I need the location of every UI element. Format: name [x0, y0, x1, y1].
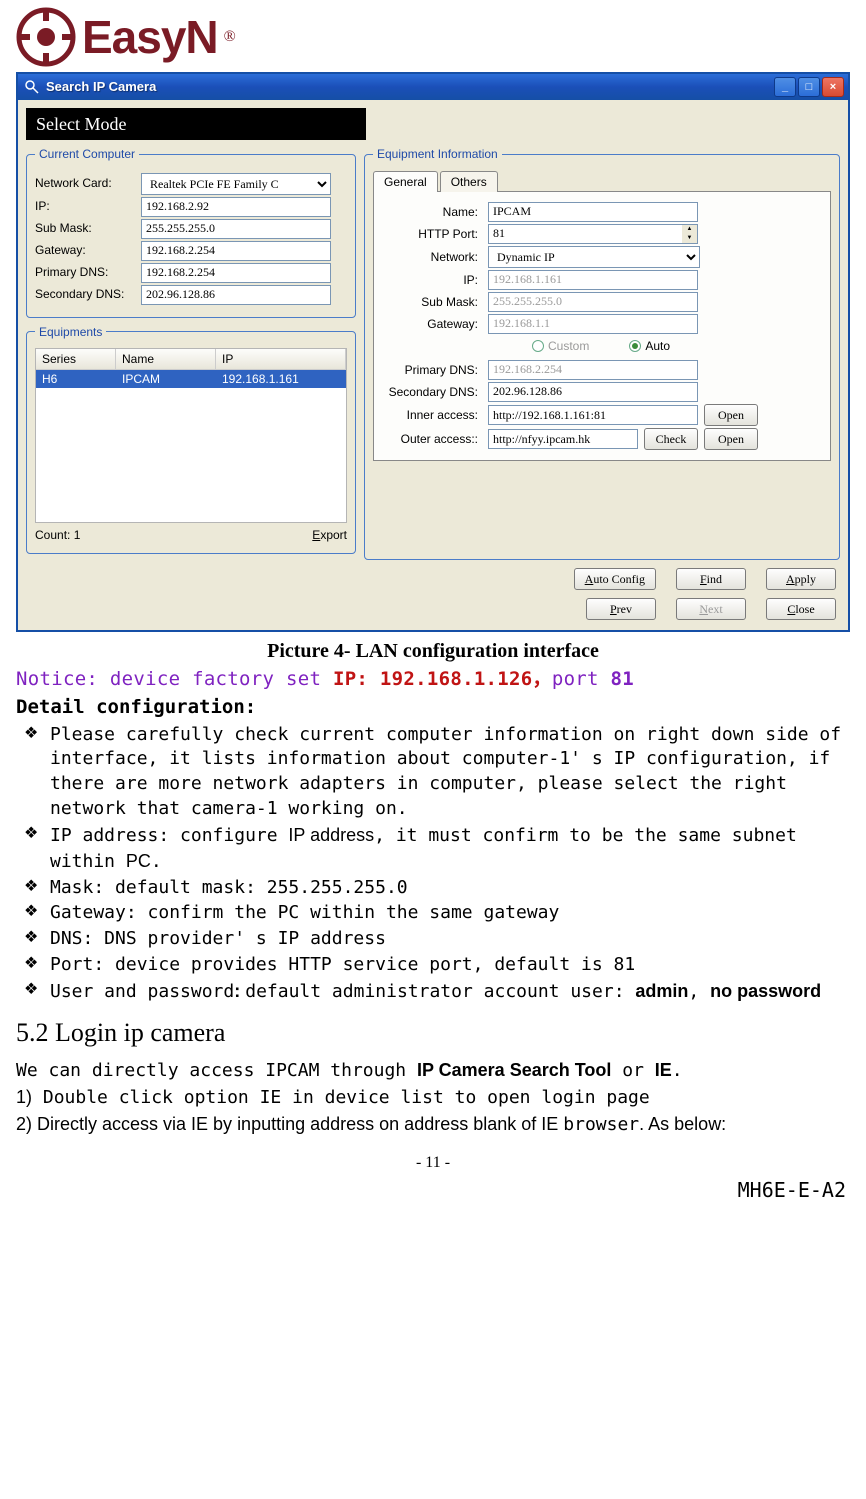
- search-ip-camera-window: Search IP Camera _ □ × Select Mode Curre…: [16, 72, 850, 632]
- cc-ip-input[interactable]: [141, 197, 331, 217]
- list-item: User and password: default administrator…: [16, 979, 850, 1005]
- row-series: H6: [36, 370, 116, 388]
- section-intro: We can directly access IPCAM through IP …: [16, 1058, 850, 1083]
- list-item: Gateway: confirm the PC within the same …: [16, 901, 850, 926]
- ei-sdns-input[interactable]: [488, 382, 698, 402]
- ei-outer-input[interactable]: [488, 429, 638, 449]
- next-button: Next: [676, 598, 746, 620]
- equipments-legend: Equipments: [35, 324, 106, 340]
- cc-gateway-label: Gateway:: [35, 242, 135, 258]
- network-card-select[interactable]: Realtek PCIe FE Family C: [141, 173, 331, 195]
- equipment-info-group: Equipment Information General Others Nam…: [364, 146, 840, 560]
- ei-submask-input: [488, 292, 698, 312]
- brand-name: EasyN: [82, 6, 218, 68]
- configuration-list: Please carefully check current computer …: [16, 723, 850, 1005]
- tab-others[interactable]: Others: [440, 171, 498, 192]
- ei-ip-label: IP:: [382, 272, 482, 288]
- outer-check-button[interactable]: Check: [644, 428, 698, 450]
- equipment-info-legend: Equipment Information: [373, 146, 502, 162]
- section-heading: 5.2 Login ip camera: [16, 1015, 850, 1050]
- step-1: 1) Double click option IE in device list…: [16, 1085, 850, 1110]
- figure-caption: Picture 4- LAN configuration interface: [16, 638, 850, 665]
- window-minimize-button[interactable]: _: [774, 77, 796, 97]
- search-icon: [24, 79, 40, 95]
- ei-network-label: Network:: [382, 249, 482, 265]
- inner-open-button[interactable]: Open: [704, 404, 758, 426]
- cc-pdns-input[interactable]: [141, 263, 331, 283]
- ei-network-select[interactable]: Dynamic IP: [488, 246, 700, 268]
- brand-registered: ®: [224, 26, 236, 48]
- cc-sdns-input[interactable]: [141, 285, 331, 305]
- detail-config-heading: Detail configuration:: [16, 695, 850, 721]
- ei-pdns-label: Primary DNS:: [382, 362, 482, 378]
- prev-button[interactable]: Prev: [586, 598, 656, 620]
- window-maximize-button[interactable]: □: [798, 77, 820, 97]
- current-computer-legend: Current Computer: [35, 146, 139, 162]
- table-row[interactable]: H6 IPCAM 192.168.1.161: [36, 370, 346, 388]
- list-item: DNS: DNS provider' s IP address: [16, 927, 850, 952]
- list-item: Port: device provides HTTP service port,…: [16, 953, 850, 978]
- list-item: IP address: configure IP address, it mus…: [16, 823, 850, 875]
- ei-outer-label: Outer access::: [382, 431, 482, 447]
- ei-name-label: Name:: [382, 204, 482, 220]
- cc-submask-input[interactable]: [141, 219, 331, 239]
- ei-inner-label: Inner access:: [382, 407, 482, 423]
- tab-general[interactable]: General: [373, 171, 438, 192]
- ei-sdns-label: Secondary DNS:: [382, 384, 482, 400]
- cc-gateway-input[interactable]: [141, 241, 331, 261]
- ei-pdns-input: [488, 360, 698, 380]
- equipments-group: Equipments Series Name IP H6 IPCAM 192.1…: [26, 324, 356, 554]
- ei-inner-input[interactable]: [488, 405, 698, 425]
- ei-ip-input: [488, 270, 698, 290]
- cc-ip-label: IP:: [35, 198, 135, 214]
- ei-gateway-label: Gateway:: [382, 316, 482, 332]
- apply-button[interactable]: Apply: [766, 568, 836, 590]
- find-button[interactable]: Find: [676, 568, 746, 590]
- radio-custom[interactable]: [532, 340, 544, 352]
- radio-auto[interactable]: [629, 340, 641, 352]
- step-2: 2) Directly access via IE by inputting a…: [16, 1112, 850, 1137]
- network-card-label: Network Card:: [35, 175, 135, 191]
- row-ip: 192.168.1.161: [216, 370, 346, 388]
- notice-line: Notice: device factory set IP: 192.168.1…: [16, 667, 850, 693]
- ei-httpport-label: HTTP Port:: [382, 226, 482, 242]
- spinner-down-icon[interactable]: ▼: [682, 234, 697, 243]
- auto-config-button[interactable]: Auto Config: [574, 568, 656, 590]
- current-computer-group: Current Computer Network Card: Realtek P…: [26, 146, 356, 317]
- equipments-table[interactable]: Series Name IP H6 IPCAM 192.168.1.161: [35, 348, 347, 523]
- row-name: IPCAM: [116, 370, 216, 388]
- col-series[interactable]: Series: [36, 349, 116, 369]
- close-button[interactable]: Close: [766, 598, 836, 620]
- list-item: Please carefully check current computer …: [16, 723, 850, 822]
- ei-name-input[interactable]: [488, 202, 698, 222]
- outer-open-button[interactable]: Open: [704, 428, 758, 450]
- window-title: Search IP Camera: [46, 78, 156, 96]
- export-link[interactable]: Export: [312, 527, 347, 543]
- ei-submask-label: Sub Mask:: [382, 294, 482, 310]
- select-mode-banner: Select Mode: [26, 108, 366, 140]
- col-ip[interactable]: IP: [216, 349, 346, 369]
- cc-pdns-label: Primary DNS:: [35, 264, 135, 280]
- equipments-count: Count: 1: [35, 527, 80, 543]
- brand-logo-icon: [16, 7, 76, 67]
- ei-gateway-input: [488, 314, 698, 334]
- page-number: - 11 -: [16, 1152, 850, 1174]
- spinner-up-icon[interactable]: ▲: [682, 225, 697, 234]
- cc-submask-label: Sub Mask:: [35, 220, 135, 236]
- window-close-button[interactable]: ×: [822, 77, 844, 97]
- window-titlebar: Search IP Camera _ □ ×: [18, 74, 848, 100]
- tab-panel-general: Name: HTTP Port: ▲▼ Network: Dynamic IP …: [373, 191, 831, 462]
- radio-custom-label: Custom: [548, 338, 589, 354]
- cc-sdns-label: Secondary DNS:: [35, 286, 135, 302]
- list-item: Mask: default mask: 255.255.255.0: [16, 876, 850, 901]
- document-code: MH6E-E-A2: [16, 1177, 850, 1204]
- radio-auto-label: Auto: [645, 338, 670, 354]
- ei-httpport-input[interactable]: [488, 224, 682, 244]
- col-name[interactable]: Name: [116, 349, 216, 369]
- brand-header: EasyN ®: [16, 6, 850, 68]
